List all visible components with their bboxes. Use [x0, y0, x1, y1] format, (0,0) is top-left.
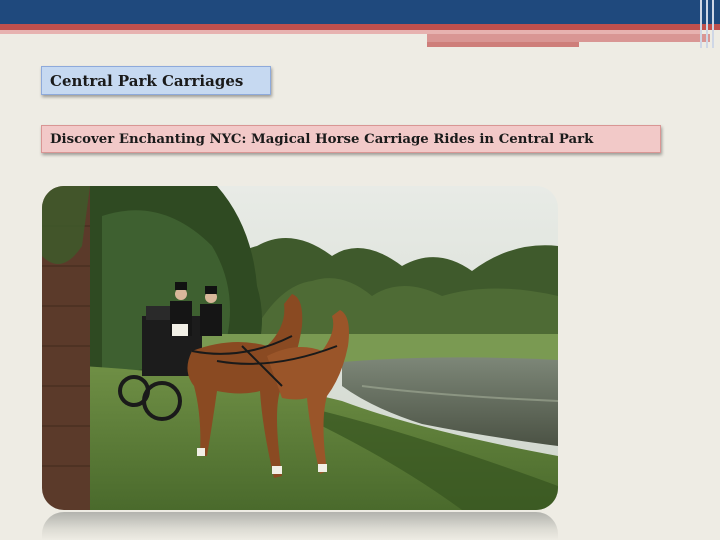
- carriage-photo: [42, 186, 558, 510]
- corner-rule: [712, 0, 714, 48]
- top-accent-bar-small: [427, 42, 579, 47]
- slide-subtitle: Discover Enchanting NYC: Magical Horse C…: [41, 125, 661, 153]
- photo-reflection: [42, 512, 558, 540]
- slide-title: Central Park Carriages: [41, 66, 271, 95]
- corner-rule: [700, 0, 702, 48]
- top-banner: [0, 0, 720, 24]
- slide-title-text: Central Park Carriages: [50, 71, 244, 90]
- slide-subtitle-text: Discover Enchanting NYC: Magical Horse C…: [50, 131, 594, 147]
- carriage-photo-illustration: [42, 186, 558, 510]
- top-accent-bar: [427, 34, 710, 42]
- corner-rule: [706, 0, 708, 48]
